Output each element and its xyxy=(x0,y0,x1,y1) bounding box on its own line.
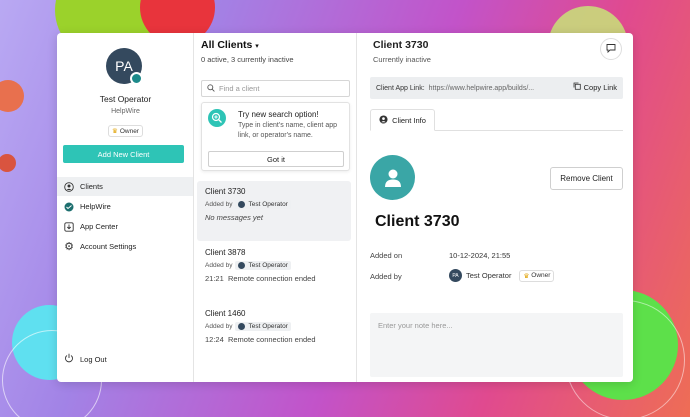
search-placeholder: Find a client xyxy=(219,84,260,93)
operator-avatar-icon xyxy=(238,201,246,208)
power-icon xyxy=(64,353,74,365)
operator-tag: Test Operator xyxy=(235,322,291,331)
crown-icon: ♛ xyxy=(112,128,118,135)
sidebar-item-app-center[interactable]: App Center xyxy=(57,217,193,236)
operator-name: Test Operator xyxy=(248,201,288,208)
app-window: PA Test Operator HelpWire ♛ Owner Add Ne… xyxy=(57,33,633,382)
got-it-button[interactable]: Got it xyxy=(208,151,344,167)
chat-icon xyxy=(606,40,616,58)
role-badge: ♛ Owner xyxy=(519,269,555,282)
operator-tag: Test Operator xyxy=(235,200,291,209)
added-by: Added by Test Operator xyxy=(205,200,343,209)
list-item[interactable]: Client 3878 Added by Test Operator 21:21… xyxy=(197,242,351,302)
client-status: 12:24 Remote connection ended xyxy=(205,335,343,344)
role-badge-label: Owner xyxy=(119,127,139,135)
operator-avatar: PA xyxy=(449,269,462,282)
search-input[interactable]: Find a client xyxy=(201,80,350,97)
sidebar-item-account-settings[interactable]: ⚙ Account Settings xyxy=(57,237,193,256)
copy-icon xyxy=(573,82,581,92)
role-badge: ♛ Owner xyxy=(108,125,143,137)
user-circle-icon xyxy=(379,114,388,126)
copy-link-label: Copy Link xyxy=(583,82,617,92)
client-status-subtitle: Currently inactive xyxy=(373,55,431,64)
operator-avatar-icon xyxy=(238,262,246,269)
org-avatar-icon xyxy=(130,72,143,85)
added-by-label: Added by xyxy=(370,272,402,281)
status-time: 21:21 xyxy=(205,274,224,283)
download-icon xyxy=(64,221,74,232)
operator-tag: Test Operator xyxy=(235,261,291,270)
user-name: Test Operator xyxy=(99,94,152,104)
bg-circle-orange-sm xyxy=(0,154,16,172)
sidebar-item-helpwire[interactable]: HelpWire xyxy=(57,197,193,216)
chat-button[interactable] xyxy=(600,38,622,60)
chevron-down-icon: ▾ xyxy=(255,43,259,50)
logout-label: Log Out xyxy=(80,354,107,364)
added-by-label: Added by xyxy=(205,323,233,330)
operator-name: Test Operator xyxy=(466,271,512,280)
sidebar: PA Test Operator HelpWire ♛ Owner Add Ne… xyxy=(57,33,194,382)
logout-button[interactable]: Log Out xyxy=(57,350,193,368)
sidebar-item-clients[interactable]: Clients xyxy=(57,177,193,196)
note-textarea[interactable]: Enter your note here... xyxy=(370,313,623,377)
clients-panel: All Clients ▾ 0 active, 3 currently inac… xyxy=(194,33,357,382)
client-name-heading: Client 3730 xyxy=(375,213,460,230)
added-by-label: Added by xyxy=(205,201,233,208)
role-badge-label: Owner xyxy=(531,272,551,279)
user-circle-icon xyxy=(64,181,74,192)
clients-filter-dropdown[interactable]: All Clients ▾ xyxy=(201,39,259,51)
clients-filter-label: All Clients xyxy=(201,39,253,51)
page-title: Client 3730 xyxy=(373,39,429,51)
sidebar-item-label: App Center xyxy=(80,222,118,231)
added-on-value: 10-12-2024, 21:55 xyxy=(449,251,511,260)
copy-link-button[interactable]: Copy Link xyxy=(573,82,617,92)
helpwire-logo-icon xyxy=(64,202,74,212)
client-app-link-bar: Client App Link: https://www.helpwire.ap… xyxy=(370,77,623,99)
link-label: Client App Link: xyxy=(376,84,425,92)
detail-tabs: Client Info xyxy=(370,109,623,131)
tab-label: Client Info xyxy=(392,115,426,125)
clients-count: 0 active, 3 currently inactive xyxy=(201,55,294,64)
client-status: No messages yet xyxy=(205,213,263,222)
added-by: Added by Test Operator xyxy=(205,261,343,270)
added-by-label: Added by xyxy=(205,262,233,269)
remove-client-button[interactable]: Remove Client xyxy=(550,167,623,190)
sidebar-item-label: Account Settings xyxy=(80,242,137,251)
sidebar-item-label: Clients xyxy=(80,182,103,191)
operator-avatar-icon xyxy=(238,323,246,330)
magnifier-plus-icon xyxy=(208,109,226,127)
client-detail-panel: Client 3730 Currently inactive Client Ap… xyxy=(357,33,633,382)
tip-text: Type in client's name, client app link, … xyxy=(238,122,338,139)
operator-name: Test Operator xyxy=(248,262,288,269)
add-new-client-button[interactable]: Add New Client xyxy=(63,145,184,163)
list-item[interactable]: Client 3730 Added by Test Operator No me… xyxy=(197,181,351,241)
link-url[interactable]: https://www.helpwire.app/builds/... xyxy=(429,85,534,92)
org-name: HelpWire xyxy=(111,108,140,115)
search-tip-popup: Try new search option! Type in client's … xyxy=(201,102,350,171)
bg-circle-orange xyxy=(0,80,24,112)
gear-icon: ⚙ xyxy=(64,241,74,253)
status-text: Remote connection ended xyxy=(227,335,316,344)
client-name: Client 3730 xyxy=(205,187,246,196)
sidebar-item-label: HelpWire xyxy=(80,202,111,211)
search-icon xyxy=(207,83,215,94)
client-name: Client 3878 xyxy=(205,248,246,257)
added-by: Added by Test Operator xyxy=(205,322,343,331)
list-item[interactable]: Client 1460 Added by Test Operator 12:24… xyxy=(197,303,351,363)
status-text: Remote connection ended xyxy=(227,274,316,283)
operator-name: Test Operator xyxy=(248,323,288,330)
status-time: 12:24 xyxy=(205,335,224,344)
client-avatar-icon xyxy=(370,155,415,200)
crown-icon: ♛ xyxy=(523,272,530,280)
tip-title: Try new search option! xyxy=(238,110,319,119)
client-status: 21:21 Remote connection ended xyxy=(205,274,343,283)
role-badge-wrap: ♛ Owner xyxy=(57,120,194,138)
tab-client-info[interactable]: Client Info xyxy=(370,109,435,131)
added-on-label: Added on xyxy=(370,251,403,260)
client-name: Client 1460 xyxy=(205,309,246,318)
added-by-value: PA Test Operator ♛ Owner xyxy=(449,269,555,282)
